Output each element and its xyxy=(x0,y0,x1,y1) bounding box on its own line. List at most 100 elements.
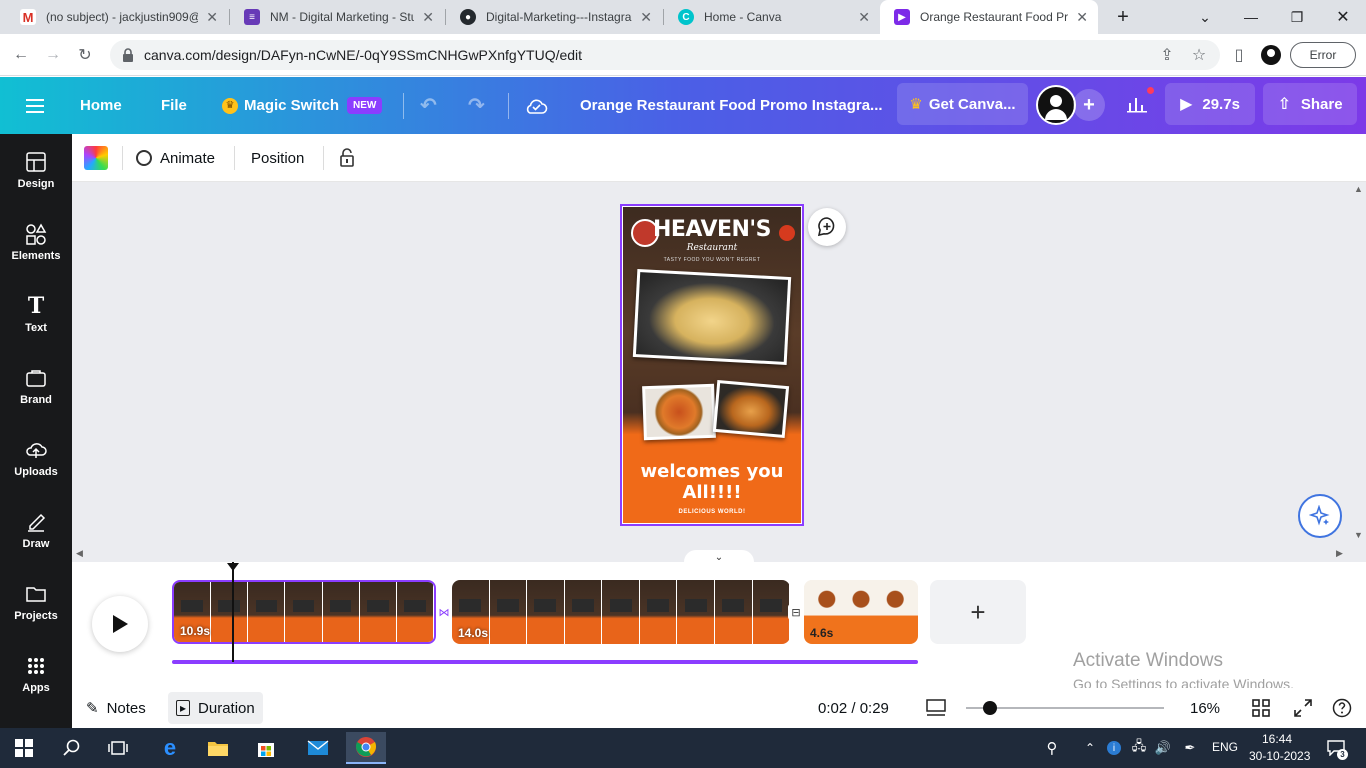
side-panel-icon[interactable]: ▯ xyxy=(1226,42,1252,68)
user-avatar[interactable] xyxy=(1036,85,1076,125)
tray-chevron-up-icon[interactable]: ⌃ xyxy=(1076,732,1104,764)
sidebar-item-projects[interactable]: Projects xyxy=(0,572,72,632)
menu-hamburger-icon[interactable] xyxy=(26,77,46,134)
file-menu-button[interactable]: File xyxy=(161,77,187,134)
fullscreen-icon[interactable] xyxy=(1294,692,1312,724)
timeline-play-button[interactable] xyxy=(92,596,148,652)
background-color-swatch[interactable] xyxy=(84,134,108,182)
close-tab-icon[interactable]: ✕ xyxy=(858,9,870,26)
clock-date[interactable]: 30-10-2023 xyxy=(1249,749,1310,763)
magic-switch-button[interactable]: ♛ Magic Switch NEW xyxy=(222,77,383,134)
transition-icon[interactable]: ⋈ xyxy=(436,604,452,620)
notes-button[interactable]: ✎ Notes xyxy=(86,692,146,724)
sidebar-item-apps[interactable]: Apps xyxy=(0,644,72,704)
timeline-playhead[interactable] xyxy=(232,562,234,662)
info-icon[interactable]: i xyxy=(1102,732,1126,764)
browser-tab-forms[interactable]: ≡ NM - Digital Marketing - Stu ✕ xyxy=(230,0,444,34)
scroll-left-arrow-icon[interactable]: ◀ xyxy=(76,548,83,559)
add-page-button[interactable]: + xyxy=(930,580,1026,644)
clip-frames xyxy=(452,580,790,644)
close-tab-icon[interactable]: ✕ xyxy=(1076,9,1088,26)
document-title[interactable]: Orange Restaurant Food Promo Instagra... xyxy=(580,77,883,134)
design-page[interactable]: HEAVEN'S Restaurant TASTY FOOD YOU WON'T… xyxy=(620,204,804,526)
file-explorer-icon[interactable] xyxy=(198,732,238,764)
timeline-clip-3[interactable]: 4.6s xyxy=(804,580,918,644)
pen-ink-icon[interactable]: ✒ xyxy=(1176,732,1204,764)
add-comment-button[interactable] xyxy=(808,208,846,246)
help-icon[interactable] xyxy=(1332,692,1352,724)
scroll-up-arrow-icon[interactable]: ▲ xyxy=(1354,184,1363,194)
insights-chart-icon[interactable] xyxy=(1118,83,1156,125)
share-button[interactable]: ⇧ Share xyxy=(1263,83,1357,125)
present-play-button[interactable]: ▶ 29.7s xyxy=(1165,83,1255,125)
close-tab-icon[interactable]: ✕ xyxy=(206,9,218,26)
duration-button[interactable]: ▸ Duration xyxy=(168,692,263,724)
sidebar-item-brand[interactable]: Brand xyxy=(0,356,72,416)
position-button[interactable]: Position xyxy=(251,134,304,182)
home-button[interactable]: Home xyxy=(80,77,122,134)
minimize-icon[interactable]: — xyxy=(1228,0,1274,34)
lock-icon[interactable] xyxy=(339,134,355,182)
timeline-clip-1[interactable]: 10.9s xyxy=(172,580,436,644)
chrome-browser-icon[interactable] xyxy=(346,732,386,764)
sidebar-item-elements[interactable]: Elements xyxy=(0,212,72,272)
design-title: HEAVEN'S xyxy=(652,217,772,242)
sidebar-item-uploads[interactable]: Uploads xyxy=(0,428,72,488)
add-collaborator-button[interactable]: + xyxy=(1073,89,1105,121)
activate-windows-title: Activate Windows xyxy=(1073,650,1223,671)
windows-start-icon[interactable] xyxy=(4,732,44,764)
forward-arrow-icon[interactable]: → xyxy=(40,42,66,68)
sidebar-item-draw[interactable]: Draw xyxy=(0,500,72,560)
search-icon[interactable] xyxy=(52,732,92,764)
browser-tab-github[interactable]: ● Digital-Marketing---Instagra ✕ xyxy=(446,0,662,34)
scroll-down-arrow-icon[interactable]: ▼ xyxy=(1354,530,1363,540)
reload-icon[interactable]: ↻ xyxy=(72,42,98,68)
profile-avatar-icon[interactable] xyxy=(1258,42,1284,68)
close-tab-icon[interactable]: ✕ xyxy=(422,9,434,26)
sidebar-item-text[interactable]: T Text xyxy=(0,284,72,344)
network-icon[interactable]: 🖧 xyxy=(1126,732,1152,764)
grid-view-icon[interactable] xyxy=(1252,692,1270,724)
url-omnibox[interactable]: canva.com/design/DAFyn-nCwNE/-0qY9SSmCNH… xyxy=(110,40,1220,70)
microsoft-store-icon[interactable] xyxy=(246,732,286,764)
get-canva-pro-button[interactable]: ♛ Get Canva... xyxy=(897,83,1028,125)
clip-duration: 4.6s xyxy=(810,626,834,640)
canvas-vertical-scrollbar[interactable]: ▲ ▼ xyxy=(1352,182,1366,562)
cloud-saved-icon[interactable] xyxy=(524,77,548,134)
zoom-level[interactable]: 16% xyxy=(1190,692,1220,724)
header-divider xyxy=(508,93,509,119)
scroll-right-arrow-icon[interactable]: ▶ xyxy=(1336,548,1343,559)
bookmark-star-icon[interactable]: ☆ xyxy=(1186,42,1212,68)
profile-error-button[interactable]: Error xyxy=(1290,42,1356,68)
new-tab-button[interactable]: + xyxy=(1100,0,1146,34)
maximize-icon[interactable]: ❐ xyxy=(1274,0,1320,34)
edge-browser-icon[interactable]: e xyxy=(150,732,190,764)
undo-icon[interactable]: ↶ xyxy=(420,77,437,134)
tab-search-icon[interactable]: ⌄ xyxy=(1182,0,1228,34)
page-layout-icon[interactable] xyxy=(926,692,946,724)
mail-icon[interactable] xyxy=(298,732,338,764)
timeline-clip-2[interactable]: 14.0s xyxy=(452,580,790,644)
browser-tab-canva-design[interactable]: ▶ Orange Restaurant Food Pro ✕ xyxy=(880,0,1098,34)
volume-icon[interactable]: 🔊 xyxy=(1150,732,1176,764)
close-window-icon[interactable]: ✕ xyxy=(1320,0,1366,34)
notification-center-icon[interactable]: 3 xyxy=(1318,732,1354,764)
sidebar-item-design[interactable]: Design xyxy=(0,140,72,200)
back-arrow-icon[interactable]: ← xyxy=(8,42,34,68)
clock-time[interactable]: 16:44 xyxy=(1262,732,1292,746)
people-icon[interactable]: ⚲ xyxy=(1036,732,1068,764)
magic-assistant-button[interactable] xyxy=(1298,494,1342,538)
browser-tab-canva-home[interactable]: C Home - Canva ✕ xyxy=(664,0,880,34)
notification-count-badge: 3 xyxy=(1337,749,1348,760)
animate-button[interactable]: Animate xyxy=(136,134,215,182)
browser-tab-gmail[interactable]: M (no subject) - jackjustin909@ ✕ xyxy=(6,0,228,34)
zoom-slider-handle[interactable] xyxy=(983,701,997,715)
clip-duration: 10.9s xyxy=(180,624,211,638)
share-page-icon[interactable]: ⇪ xyxy=(1154,42,1180,68)
input-language[interactable]: ENG xyxy=(1212,740,1238,754)
task-view-icon[interactable] xyxy=(98,732,138,764)
transition-icon[interactable]: ⊟ xyxy=(788,604,804,620)
playhead-handle-icon[interactable] xyxy=(226,560,240,571)
redo-icon[interactable]: ↷ xyxy=(468,77,485,134)
close-tab-icon[interactable]: ✕ xyxy=(640,9,652,26)
